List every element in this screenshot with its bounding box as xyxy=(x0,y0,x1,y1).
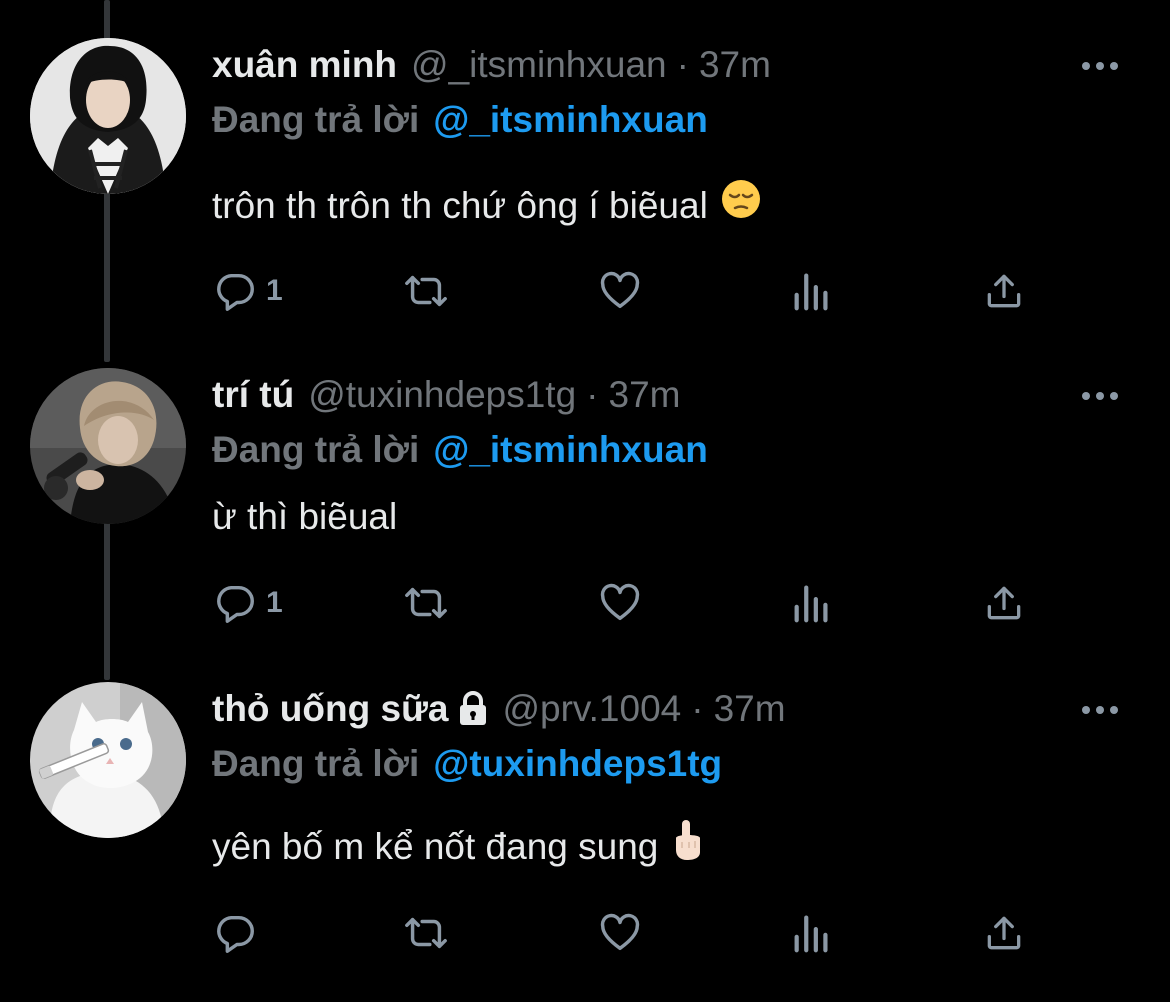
more-options-icon[interactable] xyxy=(1080,690,1120,730)
reply-button[interactable] xyxy=(212,908,266,958)
like-button[interactable] xyxy=(596,578,644,628)
retweet-icon xyxy=(405,275,447,307)
display-name[interactable]: thỏ uống sữa xyxy=(212,684,448,734)
views-button[interactable] xyxy=(792,578,832,628)
views-icon xyxy=(794,273,828,311)
reply-icon xyxy=(217,915,254,953)
reply-icon xyxy=(217,585,254,623)
tweet-text: ừ thì biẽual xyxy=(212,492,397,542)
replying-to: Đang trả lời @tuxinhdeps1tg xyxy=(212,738,722,790)
separator: · xyxy=(691,688,704,729)
replying-to-handle[interactable]: @tuxinhdeps1tg xyxy=(433,743,722,784)
more-options-icon[interactable] xyxy=(1080,376,1120,416)
retweet-button[interactable] xyxy=(400,266,452,316)
index-pointing-up-emoji xyxy=(670,818,704,875)
tweet-actions xyxy=(212,908,1032,958)
tweet[interactable]: xuân minh @_itsminhxuan · 37m Đang trả l… xyxy=(0,38,1170,358)
like-button[interactable] xyxy=(596,908,644,958)
retweet-button[interactable] xyxy=(400,578,452,628)
views-icon xyxy=(794,585,828,623)
tweet-header: trí tú @tuxinhdeps1tg · 37m xyxy=(212,370,680,420)
like-icon xyxy=(600,913,640,951)
pensive-face-emoji xyxy=(720,178,762,233)
display-name[interactable]: xuân minh xyxy=(212,40,397,90)
avatar[interactable] xyxy=(30,368,186,524)
like-icon xyxy=(600,271,640,309)
replying-to-handle[interactable]: @_itsminhxuan xyxy=(433,99,708,140)
avatar[interactable] xyxy=(30,682,186,838)
replying-to-handle[interactable]: @_itsminhxuan xyxy=(433,429,708,470)
tweet-text-content: ừ thì biẽual xyxy=(212,496,398,537)
tweet-text-content: yên bố m kể nốt đang sung xyxy=(212,825,659,867)
tweet-actions: 1 xyxy=(212,266,1032,316)
reply-button[interactable]: 1 xyxy=(212,266,283,316)
replying-to-label: Đang trả lời xyxy=(212,429,420,470)
lock-icon xyxy=(460,691,487,725)
tweet[interactable]: thỏ uống sữa @prv.1004 · 37m Đang trả lờ… xyxy=(0,682,1170,1002)
replying-to: Đang trả lời @_itsminhxuan xyxy=(212,94,708,146)
timestamp[interactable]: 37m xyxy=(699,40,771,90)
timestamp[interactable]: 37m xyxy=(714,684,786,734)
separator: · xyxy=(676,44,689,85)
replying-to: Đang trả lời @_itsminhxuan xyxy=(212,424,708,476)
tweet-text: trôn th trôn th chứ ông í biẽual xyxy=(212,178,762,233)
tweet-actions: 1 xyxy=(212,578,1032,628)
tweet[interactable]: trí tú @tuxinhdeps1tg · 37m Đang trả lời… xyxy=(0,368,1170,688)
more-options-icon[interactable] xyxy=(1080,46,1120,86)
views-button[interactable] xyxy=(792,908,832,958)
tweet-text-content: trôn th trôn th chứ ông í biẽual xyxy=(212,184,708,226)
views-icon xyxy=(794,915,828,953)
like-icon xyxy=(600,583,640,621)
display-name[interactable]: trí tú xyxy=(212,370,294,420)
tweet-header: xuân minh @_itsminhxuan · 37m xyxy=(212,40,771,90)
retweet-icon xyxy=(405,587,447,619)
timestamp[interactable]: 37m xyxy=(609,370,681,420)
share-icon xyxy=(987,274,1021,308)
tweet-header: thỏ uống sữa @prv.1004 · 37m xyxy=(212,684,786,734)
reply-button[interactable]: 1 xyxy=(212,578,283,628)
reply-count: 1 xyxy=(266,586,283,619)
separator: · xyxy=(586,374,599,415)
share-button[interactable] xyxy=(982,578,1026,628)
retweet-icon xyxy=(405,917,447,949)
username[interactable]: @_itsminhxuan xyxy=(411,40,667,90)
replying-to-label: Đang trả lời xyxy=(212,743,420,784)
share-button[interactable] xyxy=(982,908,1026,958)
username[interactable]: @tuxinhdeps1tg xyxy=(308,370,576,420)
views-button[interactable] xyxy=(792,266,832,316)
share-icon xyxy=(987,586,1021,620)
tweet-text: yên bố m kể nốt đang sung xyxy=(212,818,704,875)
retweet-button[interactable] xyxy=(400,908,452,958)
username[interactable]: @prv.1004 xyxy=(502,684,681,734)
reply-count: 1 xyxy=(266,274,283,307)
like-button[interactable] xyxy=(596,266,644,316)
share-button[interactable] xyxy=(982,266,1026,316)
reply-icon xyxy=(217,273,254,311)
share-icon xyxy=(987,916,1021,950)
avatar[interactable] xyxy=(30,38,186,194)
thread-line xyxy=(104,0,110,40)
replying-to-label: Đang trả lời xyxy=(212,99,420,140)
